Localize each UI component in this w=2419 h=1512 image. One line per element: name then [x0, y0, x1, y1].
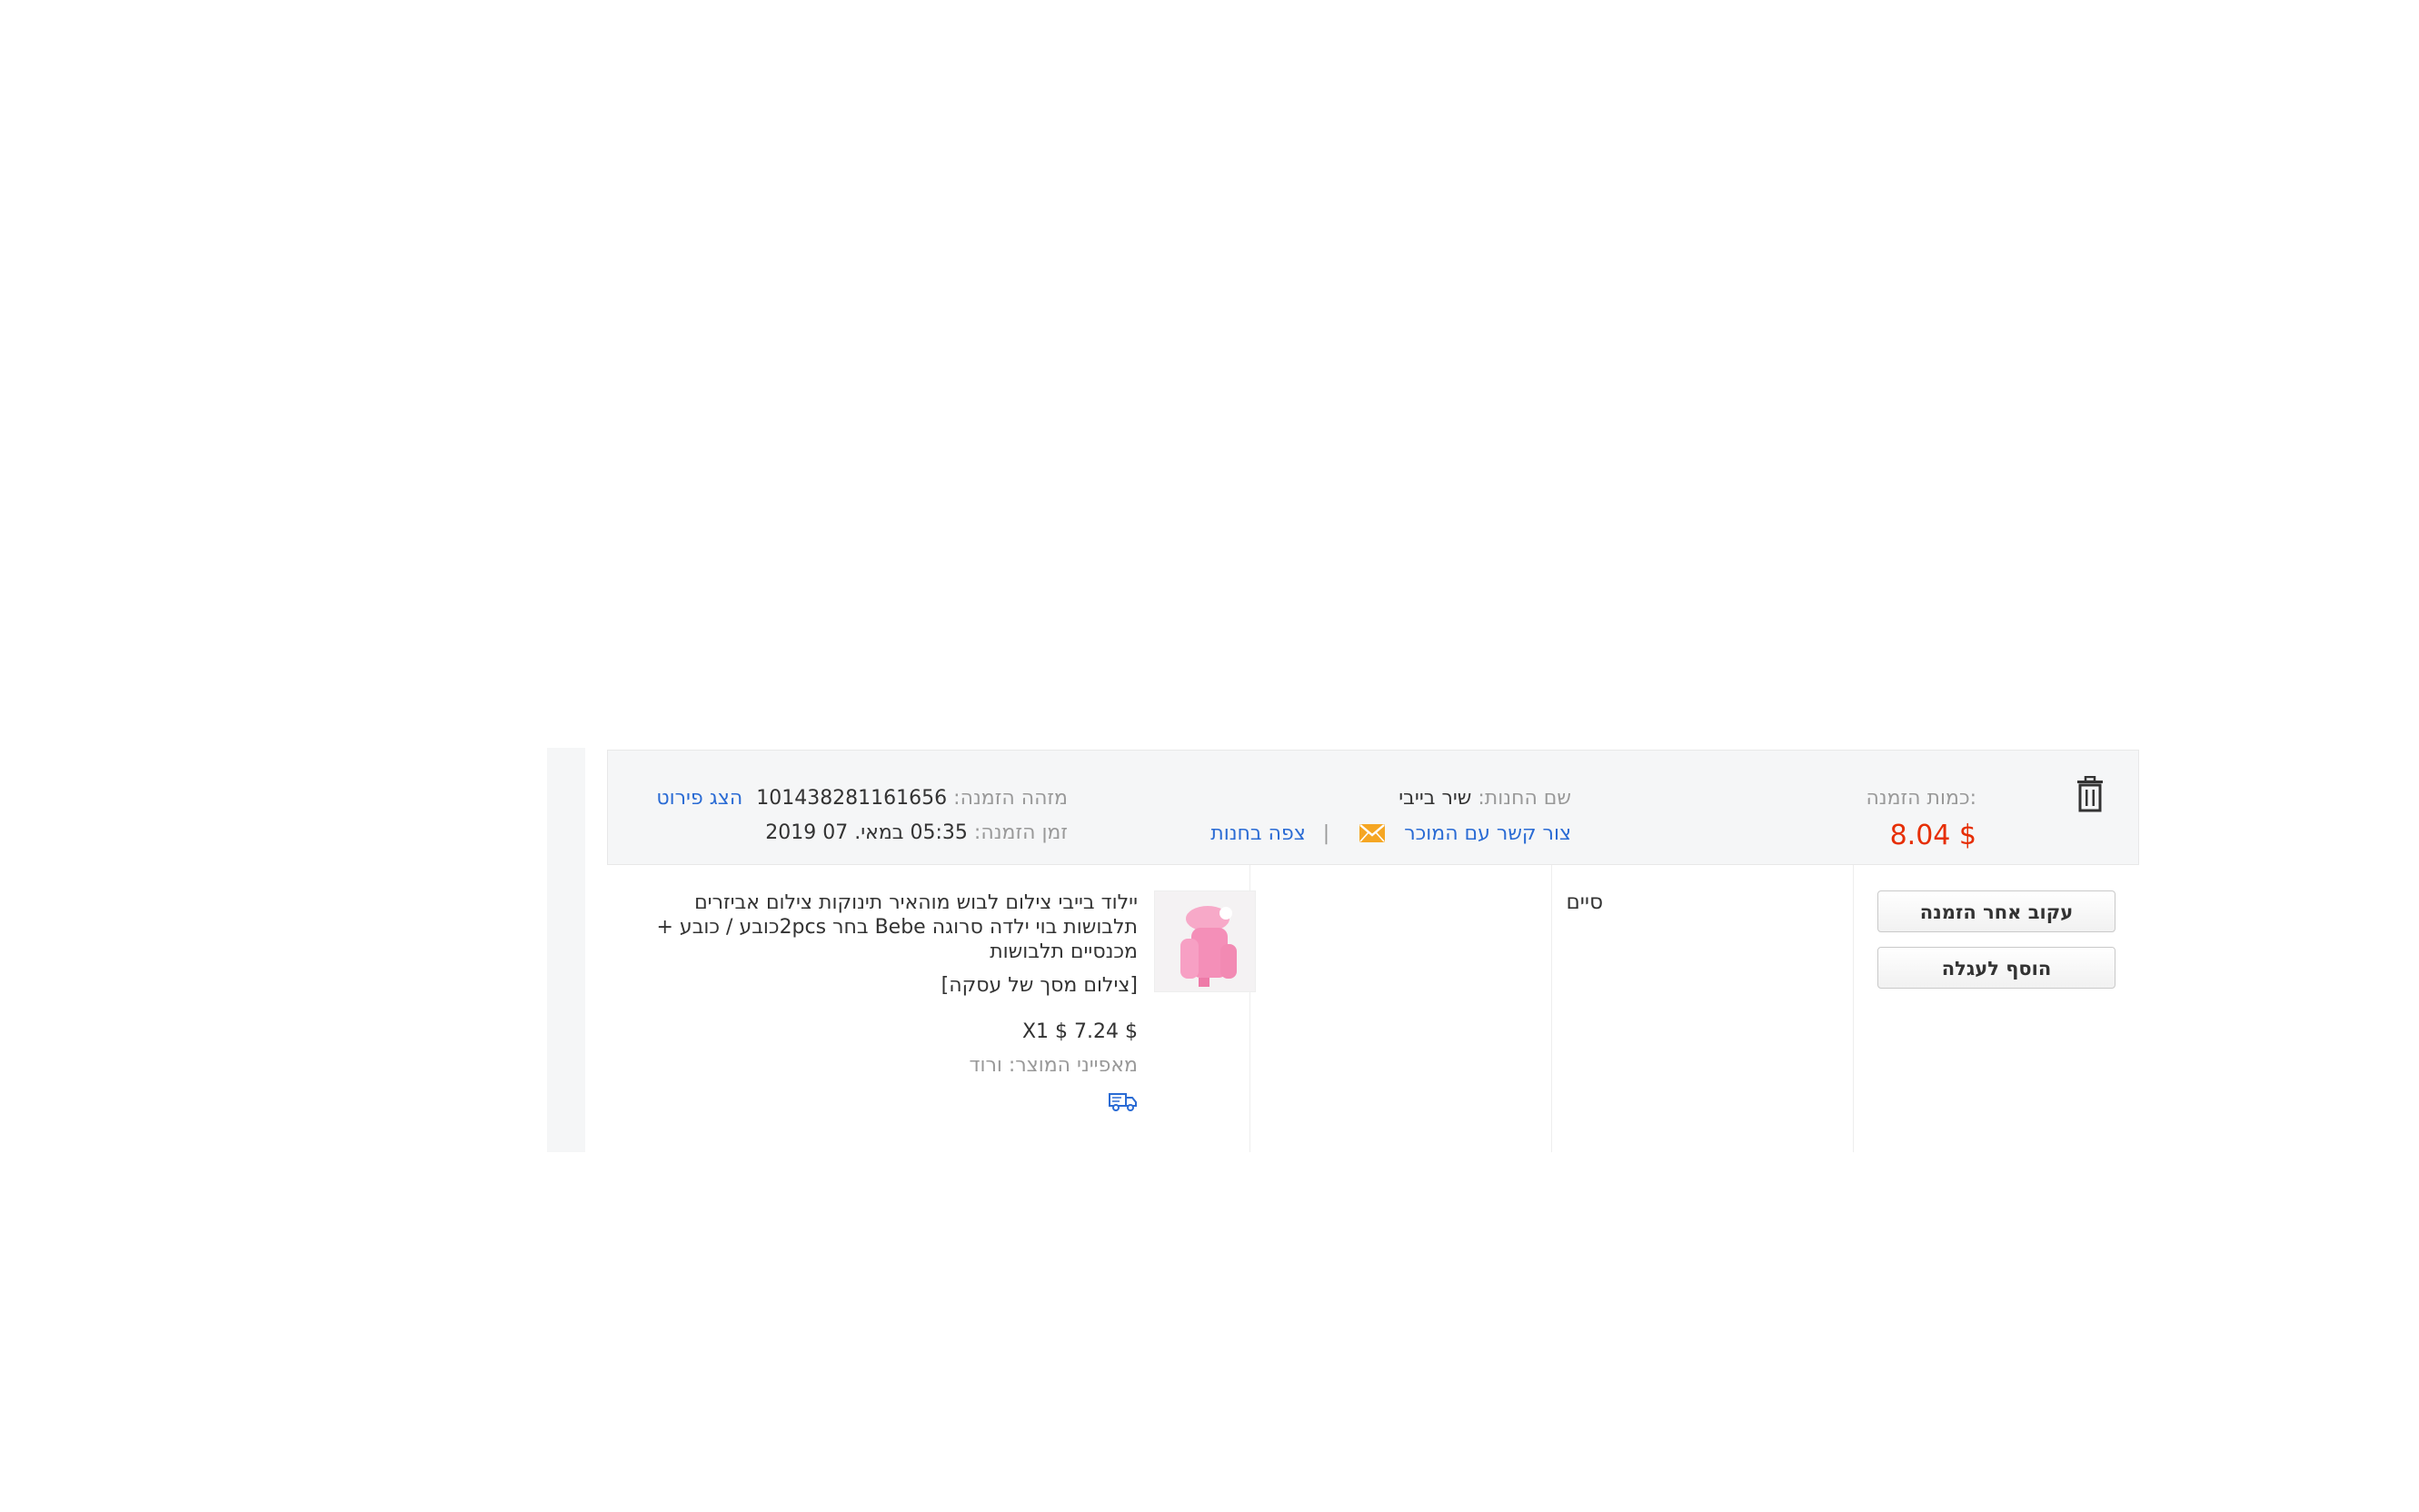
- order-id-label: מזהה הזמנה:: [953, 787, 1068, 810]
- product-title[interactable]: יילוד בייבי צילום לבוש מוהאיר תינוקות צי…: [647, 890, 1139, 964]
- product-price-quantity: $ 7.24 $ X1: [1021, 1020, 1138, 1043]
- store-name-label: שם החנות:: [1478, 787, 1571, 810]
- view-details-link[interactable]: הצג פירוט: [656, 787, 742, 810]
- order-card: :כמות הזמנה $ 8.04 שם החנות: שיר בייבי צ…: [607, 750, 2139, 1152]
- contact-seller-link[interactable]: צור קשר עם המוכר: [1404, 822, 1571, 845]
- left-side-strip: [547, 748, 585, 1152]
- order-time-label: זמן הזמנה:: [973, 821, 1068, 844]
- order-actions: עקוב אחר הזמנה הוסף לעגלה: [1877, 890, 2115, 1003]
- track-order-button[interactable]: עקוב אחר הזמנה: [1877, 890, 2115, 932]
- shipping-truck-icon[interactable]: [1109, 1090, 1138, 1112]
- order-time: 05:35 במאי. 07 2019: [765, 821, 968, 844]
- order-amount-value: $ 8.04: [1889, 820, 1976, 851]
- header-separator: |: [1322, 822, 1330, 845]
- order-header: :כמות הזמנה $ 8.04 שם החנות: שיר בייבי צ…: [607, 750, 2139, 865]
- store-block: שם החנות: שיר בייבי צור קשר עם המוכר | צ…: [1210, 781, 1571, 851]
- column-divider: [1551, 865, 1552, 1152]
- order-id: 101438281161656: [756, 787, 948, 810]
- envelope-icon[interactable]: [1359, 824, 1386, 842]
- store-name: שיר בייבי: [1399, 787, 1472, 810]
- order-id-block: מזהה הזמנה: 101438281161656 הצג פירוט זמ…: [656, 781, 1068, 850]
- column-divider: [1853, 865, 1854, 1152]
- order-body: עקוב אחר הזמנה הוסף לעגלה סיים יילוד ביי…: [607, 865, 2139, 1152]
- product-attributes: מאפייני המוצר: ורוד: [969, 1054, 1138, 1077]
- product-thumbnail[interactable]: [1154, 890, 1256, 992]
- product-item: יילוד בייבי צילום לבוש מוהאיר תינוקות צי…: [607, 890, 1272, 1145]
- product-info: יילוד בייבי צילום לבוש מוהאיר תינוקות צי…: [647, 890, 1138, 1119]
- order-amount-label: :כמות הזמנה: [1866, 787, 1976, 810]
- snapshot-tag[interactable]: [צילום מסך של עסקה]: [647, 973, 1138, 998]
- view-store-link[interactable]: צפה בחנות: [1210, 822, 1306, 845]
- trash-icon[interactable]: [2075, 776, 2105, 812]
- add-to-cart-button[interactable]: הוסף לעגלה: [1877, 947, 2115, 989]
- order-status: סיים: [1566, 890, 1603, 914]
- order-amount-block: :כמות הזמנה $ 8.04: [1866, 781, 1976, 856]
